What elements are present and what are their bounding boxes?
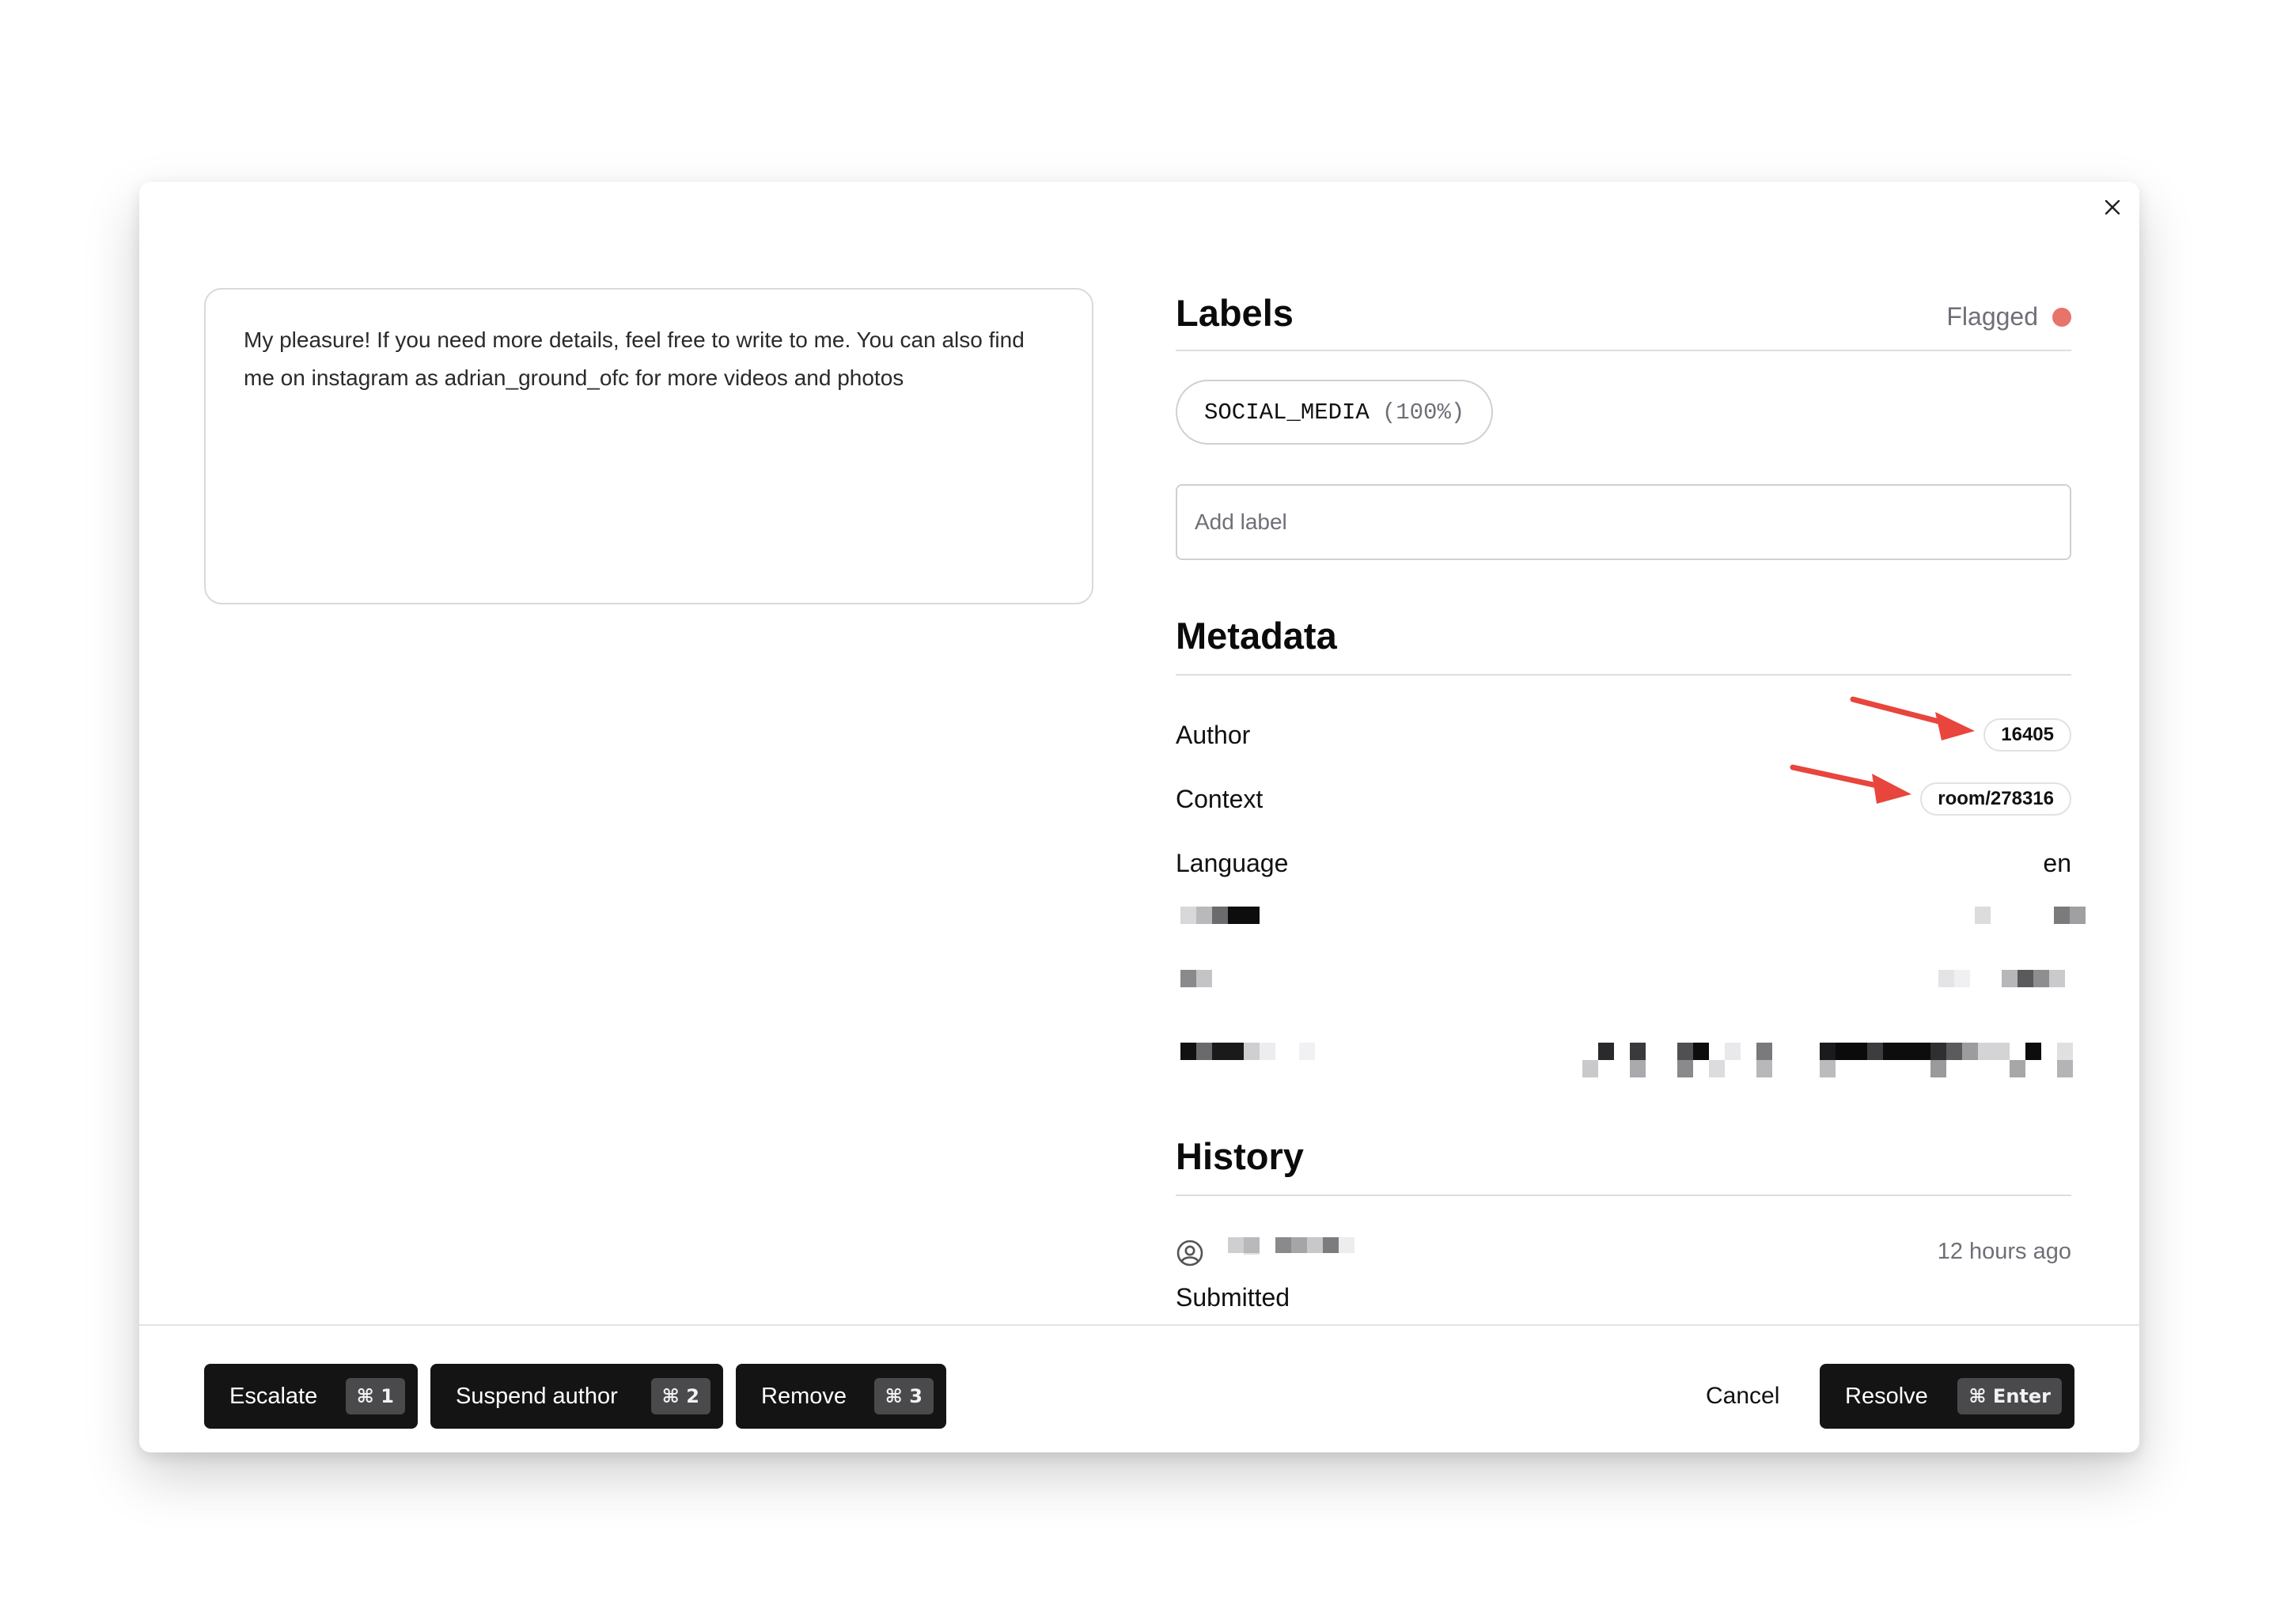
footer-divider [139,1324,2139,1326]
history-divider [1176,1195,2071,1196]
remove-label: Remove [761,1383,847,1409]
shortcut-badge: ⌘ 2 [650,1378,710,1414]
shortcut-badge: ⌘ 3 [873,1378,934,1414]
metadata-row-language: Language en [1176,843,2071,883]
remove-button[interactable]: Remove ⌘ 3 [736,1364,946,1429]
add-label-input[interactable] [1176,484,2071,560]
message-content: My pleasure! If you need more details, f… [204,288,1093,604]
labels-title: Labels [1176,292,1294,334]
message-text: My pleasure! If you need more details, f… [244,328,1025,390]
metadata-divider [1176,674,2071,676]
escalate-button[interactable]: Escalate ⌘ 1 [204,1364,418,1429]
labels-divider [1176,350,2071,351]
history-title: History [1176,1135,1304,1177]
shortcut-badge: ⌘ Enter [1957,1378,2062,1414]
annotation-arrow [1790,764,1911,804]
annotation-arrow [1850,696,1975,740]
flag-status-text: Flagged [1946,302,2038,331]
suspend-author-label: Suspend author [456,1383,618,1409]
metadata-key: Context [1176,785,1264,813]
metadata-key: Language [1176,849,1289,877]
close-button[interactable] [2097,191,2128,223]
label-chip-name: SOCIAL_MEDIA [1204,399,1370,426]
moderation-modal: My pleasure! If you need more details, f… [139,182,2139,1452]
label-chip-confidence: (100%) [1381,399,1465,426]
author-id-pill[interactable]: 16405 [1983,718,2071,752]
metadata-title: Metadata [1176,615,1337,657]
cancel-button[interactable]: Cancel [1706,1376,1779,1416]
redacted-key [1180,907,1260,924]
redacted-value [1582,1043,2076,1077]
escalate-label: Escalate [229,1383,318,1409]
redacted-key [1180,970,1212,987]
label-chip[interactable]: SOCIAL_MEDIA (100%) [1176,380,1494,445]
metadata-row-context: Context room/278316 [1176,779,2071,819]
shortcut-badge: ⌘ 1 [345,1378,405,1414]
redacted-value [1938,970,2065,987]
language-value: en [2043,849,2071,877]
resolve-label: Resolve [1845,1383,1928,1409]
user-circle-icon [1176,1240,1203,1267]
flag-status-dot [2052,307,2071,327]
context-id-pill[interactable]: room/278316 [1920,782,2071,816]
history-timestamp: 12 hours ago [1937,1239,2071,1264]
close-icon [2105,199,2120,215]
redacted-value [1975,907,2086,924]
resolve-button[interactable]: Resolve ⌘ Enter [1820,1364,2074,1429]
flag-status: Flagged [1946,302,2071,331]
metadata-key: Author [1176,721,1251,749]
suspend-author-button[interactable]: Suspend author ⌘ 2 [430,1364,723,1429]
redacted-key [1180,1043,1323,1060]
redacted-username [1228,1237,1354,1255]
history-action: Submitted [1176,1283,1290,1312]
